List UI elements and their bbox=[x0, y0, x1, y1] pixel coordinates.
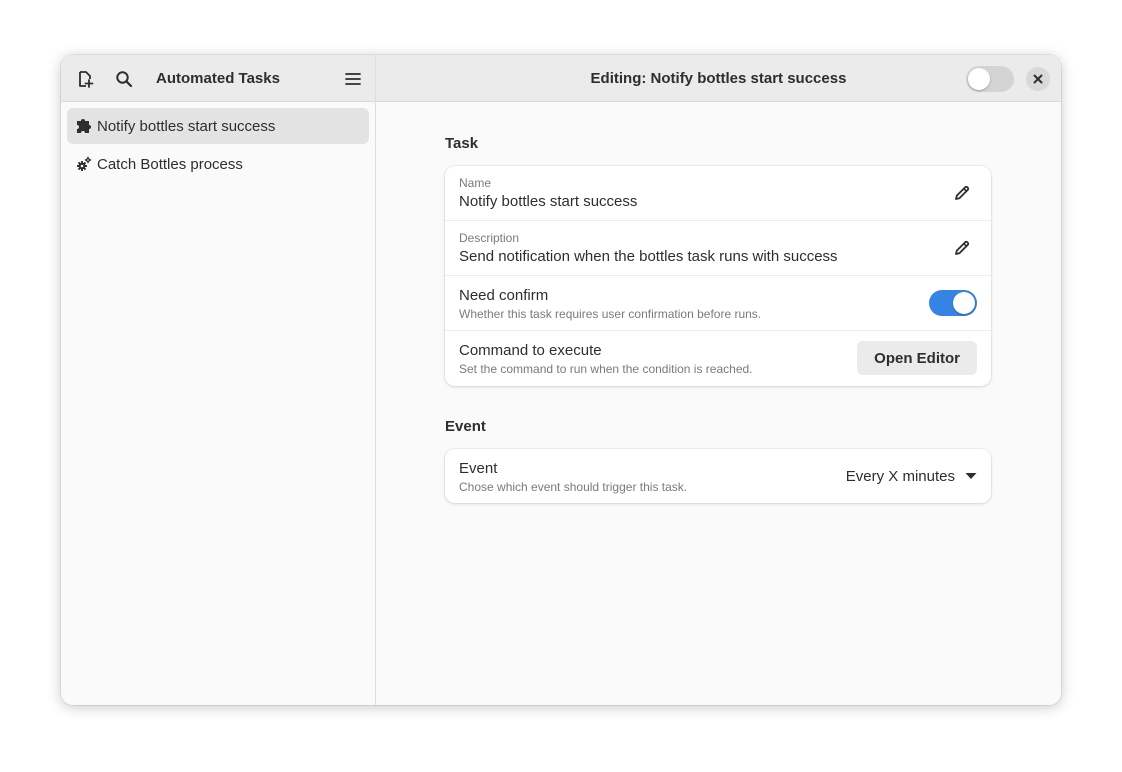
event-selected-value: Every X minutes bbox=[845, 467, 955, 485]
task-card: Name Notify bottles start success Descri… bbox=[445, 166, 991, 386]
task-item-notify-bottles[interactable]: Notify bottles start success bbox=[67, 108, 369, 144]
content-pane: Editing: Notify bottles start success Ta… bbox=[376, 55, 1061, 705]
name-label: Name bbox=[459, 176, 492, 190]
page-title: Editing: Notify bottles start success bbox=[590, 70, 847, 87]
content-header: Editing: Notify bottles start success bbox=[376, 55, 1061, 102]
need-confirm-subtitle: Whether this task requires user confirma… bbox=[459, 307, 762, 321]
main-menu-button[interactable] bbox=[337, 63, 369, 95]
task-item-label: Catch Bottles process bbox=[97, 155, 243, 173]
close-button[interactable] bbox=[1026, 67, 1050, 91]
sidebar: Automated Tasks Notify bottles start suc… bbox=[61, 55, 376, 705]
switch-knob bbox=[953, 292, 975, 314]
event-title: Event bbox=[459, 460, 498, 477]
event-subtitle: Chose which event should trigger this ta… bbox=[459, 480, 688, 494]
document-new-icon bbox=[79, 71, 94, 88]
sidebar-title: Automated Tasks bbox=[156, 70, 280, 87]
puzzle-icon bbox=[75, 117, 93, 135]
hamburger-menu-icon bbox=[345, 73, 361, 85]
name-value: Notify bottles start success bbox=[459, 193, 638, 210]
command-row: Command to execute Set the command to ru… bbox=[445, 331, 991, 386]
event-row[interactable]: Event Chose which event should trigger t… bbox=[445, 449, 991, 503]
task-section-title: Task bbox=[445, 135, 479, 152]
task-item-label: Notify bottles start success bbox=[97, 117, 276, 135]
pan-down-icon bbox=[965, 473, 977, 479]
need-confirm-switch[interactable] bbox=[929, 290, 977, 316]
name-row[interactable]: Name Notify bottles start success bbox=[445, 166, 991, 221]
command-subtitle: Set the command to run when the conditio… bbox=[459, 362, 753, 376]
content-body: Task Name Notify bottles start success D… bbox=[376, 102, 1061, 705]
task-enabled-switch[interactable] bbox=[966, 66, 1014, 92]
task-item-catch-bottles[interactable]: Catch Bottles process bbox=[67, 146, 369, 182]
description-row[interactable]: Description Send notification when the b… bbox=[445, 221, 991, 276]
gears-icon bbox=[75, 155, 93, 173]
task-list: Notify bottles start success Catch Bottl… bbox=[61, 102, 375, 190]
switch-knob bbox=[968, 68, 990, 90]
need-confirm-title: Need confirm bbox=[459, 287, 549, 304]
event-section-title: Event bbox=[445, 418, 486, 435]
close-icon bbox=[1033, 74, 1043, 84]
event-dropdown[interactable]: Every X minutes bbox=[846, 449, 977, 503]
sidebar-header: Automated Tasks bbox=[61, 55, 375, 102]
pencil-icon[interactable] bbox=[953, 239, 971, 257]
description-label: Description bbox=[459, 231, 520, 245]
event-card: Event Chose which event should trigger t… bbox=[445, 449, 991, 503]
command-title: Command to execute bbox=[459, 342, 602, 359]
open-editor-button[interactable]: Open Editor bbox=[857, 341, 977, 375]
app-window: Automated Tasks Notify bottles start suc… bbox=[61, 55, 1061, 705]
need-confirm-row: Need confirm Whether this task requires … bbox=[445, 276, 991, 331]
new-task-button[interactable] bbox=[69, 63, 101, 95]
pencil-icon[interactable] bbox=[953, 184, 971, 202]
description-value: Send notification when the bottles task … bbox=[459, 248, 838, 265]
